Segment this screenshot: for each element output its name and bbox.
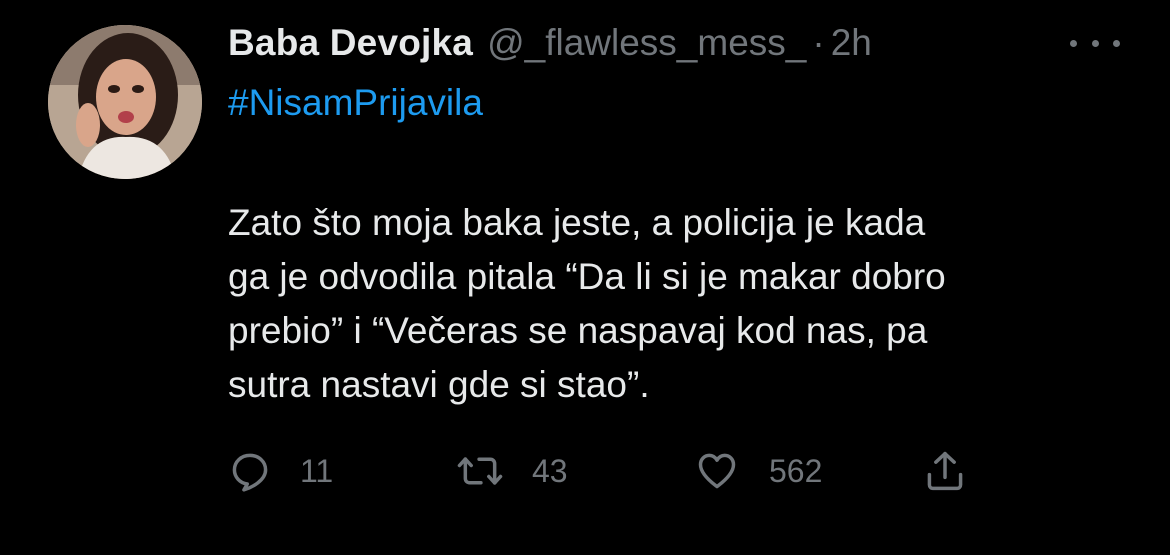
tweet-text-line: Zato što moja baka jeste, a policija je …: [228, 202, 926, 243]
display-name[interactable]: Baba Devojka: [228, 22, 473, 64]
hashtag-link[interactable]: #NisamPrijavila: [228, 82, 483, 124]
share-icon: [927, 451, 963, 491]
more-options-icon[interactable]: [1070, 32, 1120, 54]
share-button[interactable]: [923, 446, 967, 496]
tweet-text-line: ga je odvodila pitala “Da li si je makar…: [228, 256, 946, 297]
reply-button[interactable]: 11: [228, 446, 333, 496]
tweet-header: Baba Devojka @_flawless_mess_ · 2h: [228, 22, 872, 68]
reply-count: 11: [300, 452, 334, 489]
timestamp[interactable]: 2h: [831, 22, 872, 64]
heart-icon: [698, 453, 736, 489]
more-dot: [1113, 39, 1120, 47]
tweet[interactable]: Baba Devojka @_flawless_mess_ · 2h #Nisa…: [0, 0, 1170, 555]
retweet-button[interactable]: 43: [456, 446, 568, 496]
like-button[interactable]: 562: [693, 446, 822, 496]
retweet-count: 43: [532, 452, 568, 489]
more-dot: [1070, 39, 1077, 47]
reply-icon: [232, 453, 268, 492]
tweet-text: Zato što moja baka jeste, a policija je …: [228, 196, 1128, 412]
tweet-text-line: sutra nastavi gde si stao”.: [228, 364, 650, 405]
avatar[interactable]: [48, 25, 202, 179]
more-dot: [1091, 39, 1099, 47]
avatar-image: [48, 25, 202, 179]
user-handle[interactable]: @_flawless_mess_: [487, 22, 806, 64]
like-count: 562: [769, 452, 823, 489]
retweet-icon: [457, 457, 503, 485]
separator-dot: ·: [812, 22, 825, 63]
tweet-text-line: prebio” i “Večeras se naspavaj kod nas, …: [228, 310, 928, 351]
